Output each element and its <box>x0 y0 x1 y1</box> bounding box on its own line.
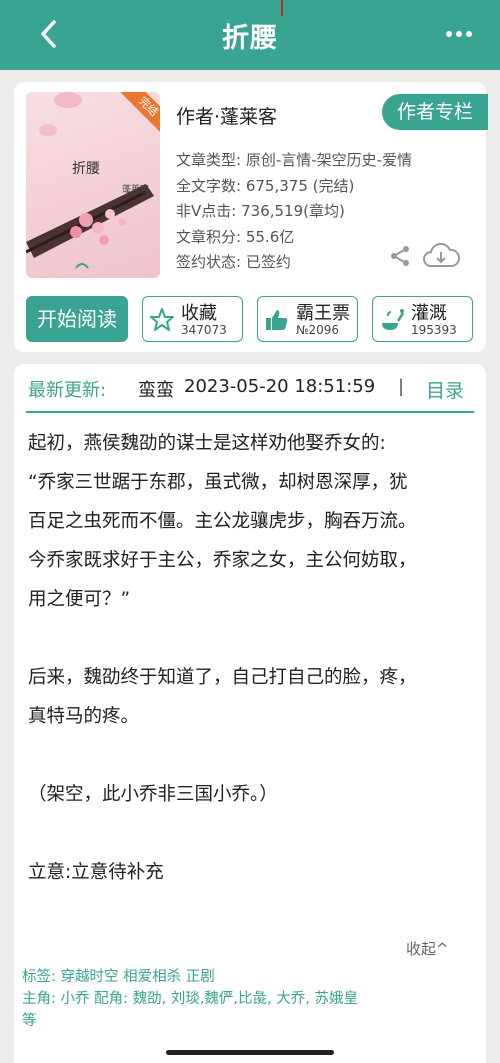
overlord-ticket-button[interactable]: 霸王票 №2096 <box>257 296 358 342</box>
cover-author: 蓬莱客 <box>122 185 150 195</box>
collapse-button[interactable]: 收起^ <box>406 938 449 959</box>
latest-chapter-title[interactable]: 蛮蛮 <box>138 376 174 402</box>
intro-line: 起初，燕侯魏劭的谋士是这样劝他娶乔女的: <box>28 433 386 454</box>
intro-line: 百足之虫死而不僵。主公龙骧虎步，胸吞万流。 <box>28 511 417 532</box>
start-reading-button[interactable]: 开始阅读 <box>26 296 128 342</box>
intro-line: 立意:立意待补充 <box>28 862 164 883</box>
watering-icon <box>379 307 405 333</box>
cover-title: 折腰 <box>72 161 100 177</box>
intro-line: 今乔家既求好于主公，乔家之女，主公何妨取， <box>28 550 417 571</box>
meta-row: 文章积分: 55.6亿 <box>176 227 295 246</box>
meta-row: 全文字数: 675,375 (完结) <box>176 176 355 195</box>
intro-line: 真特马的疼。 <box>28 706 140 727</box>
author-column-button[interactable]: 作者专栏 <box>382 94 488 130</box>
nutrient-count: 195393 <box>411 323 457 337</box>
nutrient-button[interactable]: 灌溉 195393 <box>372 296 473 342</box>
overlord-ticket-rank: №2096 <box>296 323 340 337</box>
nutrient-label: 灌溉 <box>411 303 447 324</box>
tags-section: 标签: 穿越时空 相爱相杀 正剧 主角: 小乔 配角: 魏劭, 刘琰,魏俨,比彘… <box>22 966 482 1032</box>
favorite-button[interactable]: 收藏 347073 <box>142 296 243 342</box>
meta-row: 文章类型: 原创-言情-架空历史-爱情 <box>176 151 413 169</box>
intro-line: 后来，魏劭终于知道了，自己打自己的脸，疼， <box>28 667 417 688</box>
roles-line-tail: 等 <box>22 1013 37 1029</box>
author-name[interactable]: 作者·蓬莱客 <box>176 102 277 129</box>
more-icon[interactable] <box>444 26 474 42</box>
star-icon <box>149 307 175 333</box>
meta-row: 签约状态: 已签约 <box>176 253 291 271</box>
favorite-label: 收藏 <box>181 303 217 324</box>
overlord-ticket-label: 霸王票 <box>296 303 350 324</box>
share-icon[interactable] <box>388 244 412 268</box>
intro-line <box>28 619 478 658</box>
intro-text: 起初，燕侯魏劭的谋士是这样劝他娶乔女的: “乔家三世踞于东郡，虽式微，却树恩深厚… <box>28 424 478 892</box>
page-title: 折腰 <box>222 23 278 54</box>
intro-line <box>28 736 478 775</box>
tags-line[interactable]: 标签: 穿越时空 相爱相杀 正剧 <box>22 966 482 988</box>
download-icon[interactable] <box>422 242 461 270</box>
home-indicator <box>166 1050 334 1055</box>
meta-row: 非V点击: 736,519(章均) <box>176 202 345 220</box>
intro-line: 用之便可？” <box>28 589 131 610</box>
latest-update-time: 2023-05-20 18:51:59 <box>184 376 376 397</box>
book-info-card: 折腰 蓬莱客 完结 作者·蓬莱客 作者专栏 文章类型: 原创-言情-架空历史-爱… <box>14 82 488 352</box>
latest-update-label: 最新更新: <box>28 380 107 401</box>
intro-line <box>28 814 478 853</box>
intro-line: （架空，此小乔非三国小乔。） <box>28 784 278 805</box>
thumbs-up-icon <box>264 307 290 333</box>
roles-line: 主角: 小乔 配角: 魏劭, 刘琰,魏俨,比彘, 大乔, 苏娥皇 <box>22 991 358 1007</box>
book-meta: 文章类型: 原创-言情-架空历史-爱情 全文字数: 675,375 (完结) 非… <box>176 148 412 276</box>
divider: | <box>398 376 405 397</box>
divider-line <box>26 411 474 413</box>
toc-link[interactable]: 目录 <box>426 376 464 403</box>
book-intro-panel: 最新更新: 蛮蛮 2023-05-20 18:51:59 | 目录 起初，燕侯魏… <box>14 364 486 1063</box>
favorite-count: 347073 <box>181 323 227 337</box>
book-cover[interactable]: 折腰 蓬莱客 完结 <box>26 92 160 278</box>
intro-line: “乔家三世踞于东郡，虽式微，却树恩深厚，犹 <box>28 472 408 493</box>
scroll-indicator <box>281 0 283 16</box>
top-bar: 折腰 <box>0 0 500 70</box>
